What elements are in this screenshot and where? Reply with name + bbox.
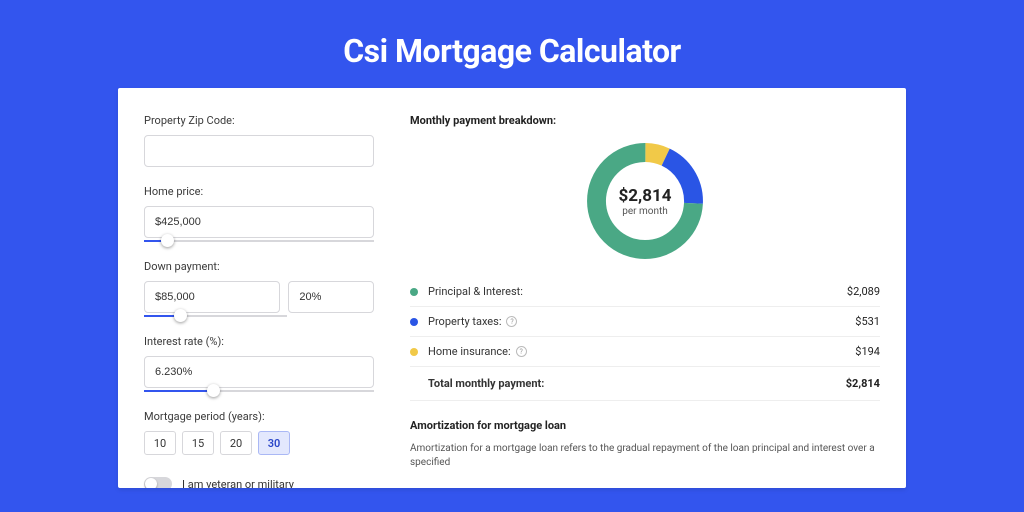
legend-total-row: Total monthly payment: $2,814 bbox=[410, 367, 880, 401]
period-button-15[interactable]: 15 bbox=[182, 431, 214, 455]
legend-total-label: Total monthly payment: bbox=[428, 377, 846, 390]
legend-label: Home insurance:? bbox=[428, 345, 855, 358]
down-payment-label: Down payment: bbox=[144, 260, 374, 273]
amortization-title: Amortization for mortgage loan bbox=[410, 419, 880, 432]
legend-total-value: $2,814 bbox=[846, 377, 880, 390]
veteran-label: I am veteran or military bbox=[182, 478, 294, 489]
form-column: Property Zip Code: Home price: Down paym… bbox=[144, 114, 392, 488]
legend-row: Principal & Interest:$2,089 bbox=[410, 277, 880, 307]
legend-dot-icon bbox=[410, 288, 418, 296]
slider-thumb[interactable] bbox=[161, 234, 174, 247]
legend-label: Property taxes:? bbox=[428, 315, 855, 328]
down-payment-input[interactable] bbox=[144, 281, 280, 313]
period-field-group: Mortgage period (years): 10152030 bbox=[144, 410, 374, 455]
zip-field-group: Property Zip Code: bbox=[144, 114, 374, 167]
legend-row: Property taxes:?$531 bbox=[410, 307, 880, 337]
slider-thumb[interactable] bbox=[207, 384, 220, 397]
legend-label: Principal & Interest: bbox=[428, 285, 847, 298]
home-price-label: Home price: bbox=[144, 185, 374, 198]
amortization-text: Amortization for a mortgage loan refers … bbox=[410, 442, 880, 470]
down-payment-field-group: Down payment: bbox=[144, 260, 374, 317]
legend-value: $531 bbox=[855, 315, 880, 328]
info-icon[interactable]: ? bbox=[516, 346, 527, 357]
legend-row: Home insurance:?$194 bbox=[410, 337, 880, 367]
period-label: Mortgage period (years): bbox=[144, 410, 374, 423]
interest-label: Interest rate (%): bbox=[144, 335, 374, 348]
slider-thumb[interactable] bbox=[174, 309, 187, 322]
info-icon[interactable]: ? bbox=[506, 316, 517, 327]
page-title: Csi Mortgage Calculator bbox=[343, 32, 681, 70]
donut-chart: $2,814 per month bbox=[581, 137, 709, 265]
calculator-card: Property Zip Code: Home price: Down paym… bbox=[118, 88, 906, 488]
legend-dot-icon bbox=[410, 348, 418, 356]
legend-value: $2,089 bbox=[847, 285, 880, 298]
zip-input[interactable] bbox=[144, 135, 374, 167]
period-button-30[interactable]: 30 bbox=[258, 431, 290, 455]
home-price-input[interactable] bbox=[144, 206, 374, 238]
donut-total: $2,814 bbox=[619, 186, 672, 206]
veteran-toggle-row: I am veteran or military bbox=[144, 477, 374, 488]
down-payment-slider[interactable] bbox=[144, 315, 287, 317]
zip-label: Property Zip Code: bbox=[144, 114, 374, 127]
legend-dot-icon bbox=[410, 318, 418, 326]
donut-chart-wrap: $2,814 per month bbox=[410, 137, 880, 265]
interest-field-group: Interest rate (%): bbox=[144, 335, 374, 392]
interest-slider[interactable] bbox=[144, 390, 374, 392]
donut-sub: per month bbox=[622, 206, 668, 217]
toggle-knob bbox=[145, 478, 157, 488]
down-payment-pct-input[interactable] bbox=[288, 281, 374, 313]
home-price-slider[interactable] bbox=[144, 240, 374, 242]
home-price-field-group: Home price: bbox=[144, 185, 374, 242]
period-button-20[interactable]: 20 bbox=[220, 431, 252, 455]
interest-input[interactable] bbox=[144, 356, 374, 388]
breakdown-column: Monthly payment breakdown: $2,814 per mo… bbox=[392, 114, 880, 488]
veteran-toggle[interactable] bbox=[144, 477, 172, 488]
legend-value: $194 bbox=[855, 345, 880, 358]
breakdown-title: Monthly payment breakdown: bbox=[410, 114, 880, 127]
period-button-10[interactable]: 10 bbox=[144, 431, 176, 455]
